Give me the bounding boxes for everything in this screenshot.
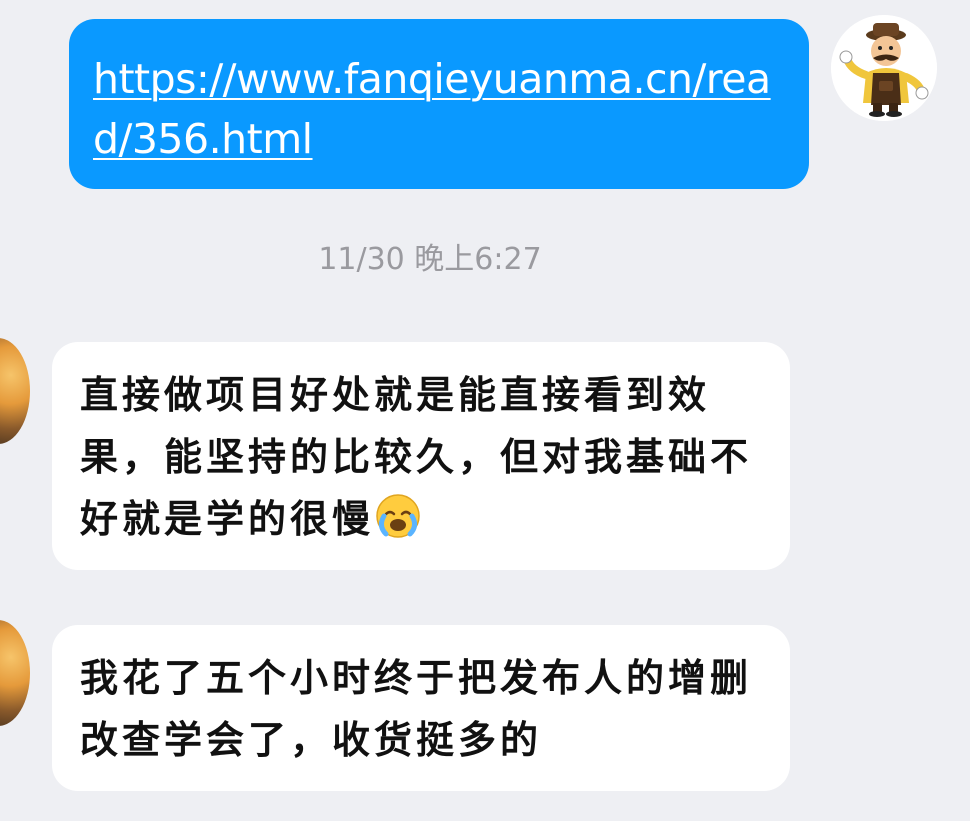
- outgoing-message-bubble[interactable]: https://www.fanqieyuanma.cn/read/356.htm…: [69, 19, 809, 189]
- incoming-message-bubble[interactable]: 直接做项目好处就是能直接看到效果，能坚持的比较久，但对我基础不好就是学的很慢: [52, 342, 790, 570]
- incoming-message-text: 我花了五个小时终于把发布人的增删改查学会了，收货挺多的: [80, 656, 753, 762]
- incoming-message-bubble[interactable]: 我花了五个小时终于把发布人的增删改查学会了，收货挺多的: [52, 625, 790, 791]
- left-user-avatar[interactable]: [0, 620, 30, 726]
- message-timestamp: 11/30 晚上6:27: [318, 242, 542, 277]
- message-link[interactable]: https://www.fanqieyuanma.cn/read/356.htm…: [93, 55, 771, 163]
- left-user-avatar[interactable]: [0, 338, 30, 444]
- right-user-avatar[interactable]: [831, 15, 937, 121]
- cartoon-man-avatar-icon: [831, 15, 937, 121]
- crying-face-emoji-icon: [376, 494, 420, 538]
- chat-screen: https://www.fanqieyuanma.cn/read/356.htm…: [0, 0, 970, 821]
